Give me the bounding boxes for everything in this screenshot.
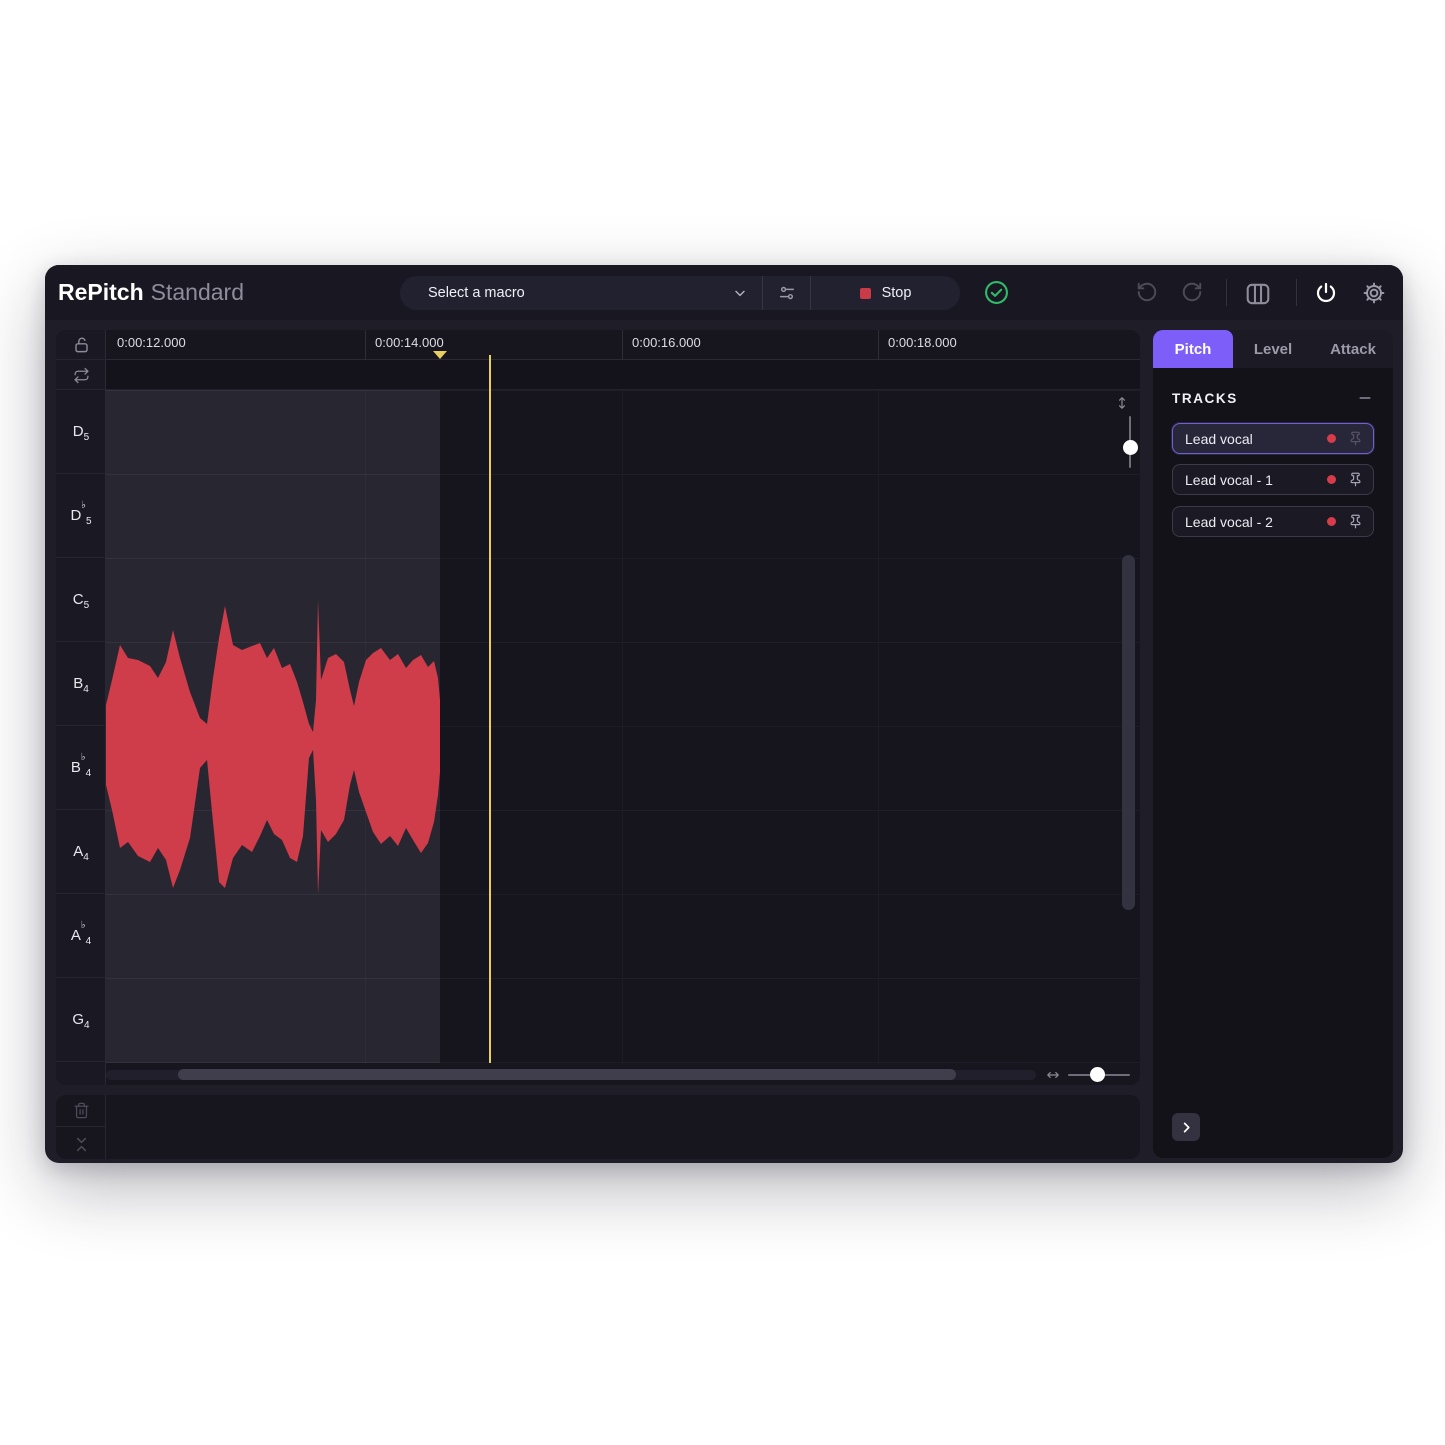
tab-pitch[interactable]: Pitch (1153, 330, 1233, 368)
chevron-down-icon (732, 285, 748, 301)
note-label-column: D5 D♭5 C5 B4 B♭4 A4 A♭4 G4 (56, 330, 106, 1085)
lock-button[interactable] (56, 330, 106, 360)
track-name: Lead vocal - 2 (1185, 514, 1327, 530)
header-divider (1226, 279, 1227, 306)
edit-strip-tools (56, 1095, 106, 1159)
redo-button[interactable] (1181, 281, 1203, 303)
note-label-db5[interactable]: D♭5 (56, 474, 106, 558)
tab-attack[interactable]: Attack (1313, 330, 1393, 368)
horizontal-zoom-thumb[interactable] (1090, 1067, 1105, 1082)
check-circle-icon (984, 280, 1009, 305)
horizontal-scrollbar-thumb[interactable] (178, 1069, 956, 1080)
record-dot-icon (1327, 434, 1336, 443)
settings-button[interactable] (1362, 281, 1386, 305)
app-title: RePitch Standard (58, 265, 244, 320)
note-label-a4[interactable]: A4 (56, 810, 106, 894)
loop-region-strip[interactable] (106, 360, 1140, 390)
header-bar: RePitch Standard Select a macro (45, 265, 1403, 320)
columns-icon (1245, 281, 1271, 307)
loop-button[interactable] (56, 361, 106, 390)
redo-icon (1181, 281, 1203, 303)
vocal-waveform[interactable] (106, 390, 440, 1063)
macro-settings-button[interactable] (763, 276, 810, 310)
app-window: RePitch Standard Select a macro (45, 265, 1403, 1163)
note-label-g4[interactable]: G4 (56, 978, 106, 1062)
timeline-tick: 0:00:12.000 (117, 335, 186, 350)
note-label-ab4[interactable]: A♭4 (56, 894, 106, 978)
timeline-tick: 0:00:16.000 (632, 335, 701, 350)
macro-select-label: Select a macro (428, 285, 525, 301)
track-name: Lead vocal (1185, 431, 1327, 447)
track-item-lead-vocal-2[interactable]: Lead vocal - 2 (1172, 506, 1374, 537)
undo-button[interactable] (1136, 281, 1158, 303)
sidebar-expand-button[interactable] (1172, 1113, 1200, 1141)
brand-edition: Standard (151, 279, 244, 306)
power-icon (1314, 281, 1338, 305)
note-label-d5[interactable]: D5 (56, 390, 106, 474)
brand-name: RePitch (58, 279, 144, 306)
vertical-zoom-icon (1115, 396, 1129, 410)
track-item-lead-vocal-1[interactable]: Lead vocal - 1 (1172, 464, 1374, 495)
tracks-title: TRACKS (1172, 391, 1238, 406)
tab-level[interactable]: Level (1233, 330, 1313, 368)
tick-separator (622, 330, 623, 360)
sliders-icon (778, 284, 796, 302)
right-sidebar: Pitch Level Attack TRACKS Lead vocal (1153, 330, 1393, 1158)
layout-panels-button[interactable] (1245, 281, 1271, 307)
chevron-right-icon (1179, 1120, 1194, 1135)
record-dot-icon (1327, 517, 1336, 526)
timeline-tick: 0:00:18.000 (888, 335, 957, 350)
tracks-header: TRACKS (1172, 390, 1373, 406)
note-label-bb4[interactable]: B♭4 (56, 726, 106, 810)
pin-icon[interactable] (1348, 472, 1363, 487)
tick-separator (365, 330, 366, 360)
macro-select[interactable]: Select a macro (400, 276, 762, 310)
collapse-minus-icon[interactable] (1357, 390, 1373, 406)
note-grid[interactable] (106, 390, 1140, 1063)
header-divider (1296, 279, 1297, 306)
macro-toolbar: Select a macro Stop (400, 276, 960, 310)
horizontal-zoom-icon (1046, 1068, 1060, 1082)
delete-button[interactable] (56, 1095, 106, 1127)
timeline-tick: 0:00:14.000 (375, 335, 444, 350)
vertical-zoom-thumb[interactable] (1123, 440, 1138, 455)
stop-icon (860, 288, 871, 299)
stop-button-label: Stop (882, 285, 912, 301)
timeline-ruler[interactable]: 0:00:12.000 0:00:14.000 0:00:16.000 0:00… (106, 330, 1140, 360)
vertical-scrollbar[interactable] (1122, 555, 1135, 910)
loop-icon (73, 367, 90, 384)
edit-strip-panel (56, 1095, 1140, 1159)
undo-icon (1136, 281, 1158, 303)
playhead-marker[interactable] (433, 351, 447, 359)
tick-separator (878, 330, 879, 360)
track-name: Lead vocal - 1 (1185, 472, 1327, 488)
pitch-editor-panel: 0:00:12.000 0:00:14.000 0:00:16.000 0:00… (56, 330, 1140, 1085)
lock-open-icon (72, 335, 91, 354)
merge-button[interactable] (56, 1128, 106, 1159)
sidebar-body: TRACKS Lead vocal Lead vocal - 1 (1153, 368, 1393, 1158)
pin-icon[interactable] (1348, 431, 1363, 446)
confirm-button[interactable] (984, 280, 1009, 305)
stop-button[interactable]: Stop (811, 276, 960, 310)
sidebar-tabs: Pitch Level Attack (1153, 330, 1393, 368)
track-item-lead-vocal[interactable]: Lead vocal (1172, 423, 1374, 454)
note-label-b4[interactable]: B4 (56, 642, 106, 726)
gear-icon (1362, 281, 1386, 305)
merge-vertical-icon (73, 1136, 90, 1153)
time-gridline (878, 390, 879, 1063)
playhead-line[interactable] (489, 355, 491, 1063)
power-button[interactable] (1314, 281, 1338, 305)
note-label-c5[interactable]: C5 (56, 558, 106, 642)
pin-icon[interactable] (1348, 514, 1363, 529)
time-gridline (622, 390, 623, 1063)
record-dot-icon (1327, 475, 1336, 484)
trash-icon (73, 1102, 90, 1119)
